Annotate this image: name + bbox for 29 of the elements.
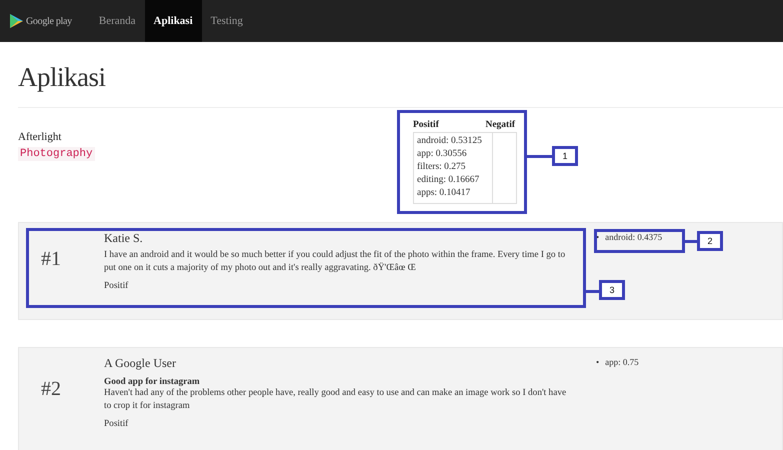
keyword-score: app: 0.30556 <box>417 148 468 161</box>
nav-tab[interactable]: Beranda <box>90 0 145 42</box>
review-text: Haven't had any of the problems other people have, really good and easy to use and can make an image work so I don't have to crop it for instagram <box>104 387 568 413</box>
review-rank: #2 <box>40 377 62 402</box>
keyword-score: apps: 0.10417 <box>417 187 472 200</box>
column-header: Negatif <box>485 120 515 130</box>
keyword-score: android: 0.53125 <box>417 135 483 148</box>
sentiment-label: Positif <box>104 419 130 429</box>
review-title: Good app for instagram <box>104 377 201 387</box>
column-header: Positif <box>413 120 439 130</box>
category-tag: Photography <box>18 147 95 161</box>
annotation-number: 3 <box>599 280 625 300</box>
review-author: Katie S. <box>104 231 144 246</box>
annotation-number: 1 <box>552 146 578 166</box>
page-title: Aplikasi <box>18 62 106 93</box>
keyword-score: app: 0.75 <box>605 356 639 368</box>
nav-tab[interactable]: Testing <box>202 0 252 42</box>
sentiment-label: Positif <box>104 281 130 291</box>
review-text: I have an android and it would be so much better if you could adjust the fit of the photo within the frame. Every time I go to put one on it cuts a majority of my photo out and it's really aggravating. ðŸ'Œâœ Œ <box>104 249 566 275</box>
app-name: Afterlight <box>18 131 62 143</box>
nav-tab[interactable]: Aplikasi <box>144 0 202 42</box>
annotation-number: 2 <box>697 231 723 251</box>
brand-link[interactable]: Google play <box>8 13 72 29</box>
bullet: • <box>596 356 600 368</box>
keyword-score: android: 0.4375 <box>605 231 662 243</box>
review-rank: #1 <box>40 247 62 272</box>
review-author: A Google User <box>104 356 177 371</box>
keyword-score: filters: 0.275 <box>417 161 467 174</box>
keyword-score: editing: 0.16667 <box>417 174 480 187</box>
